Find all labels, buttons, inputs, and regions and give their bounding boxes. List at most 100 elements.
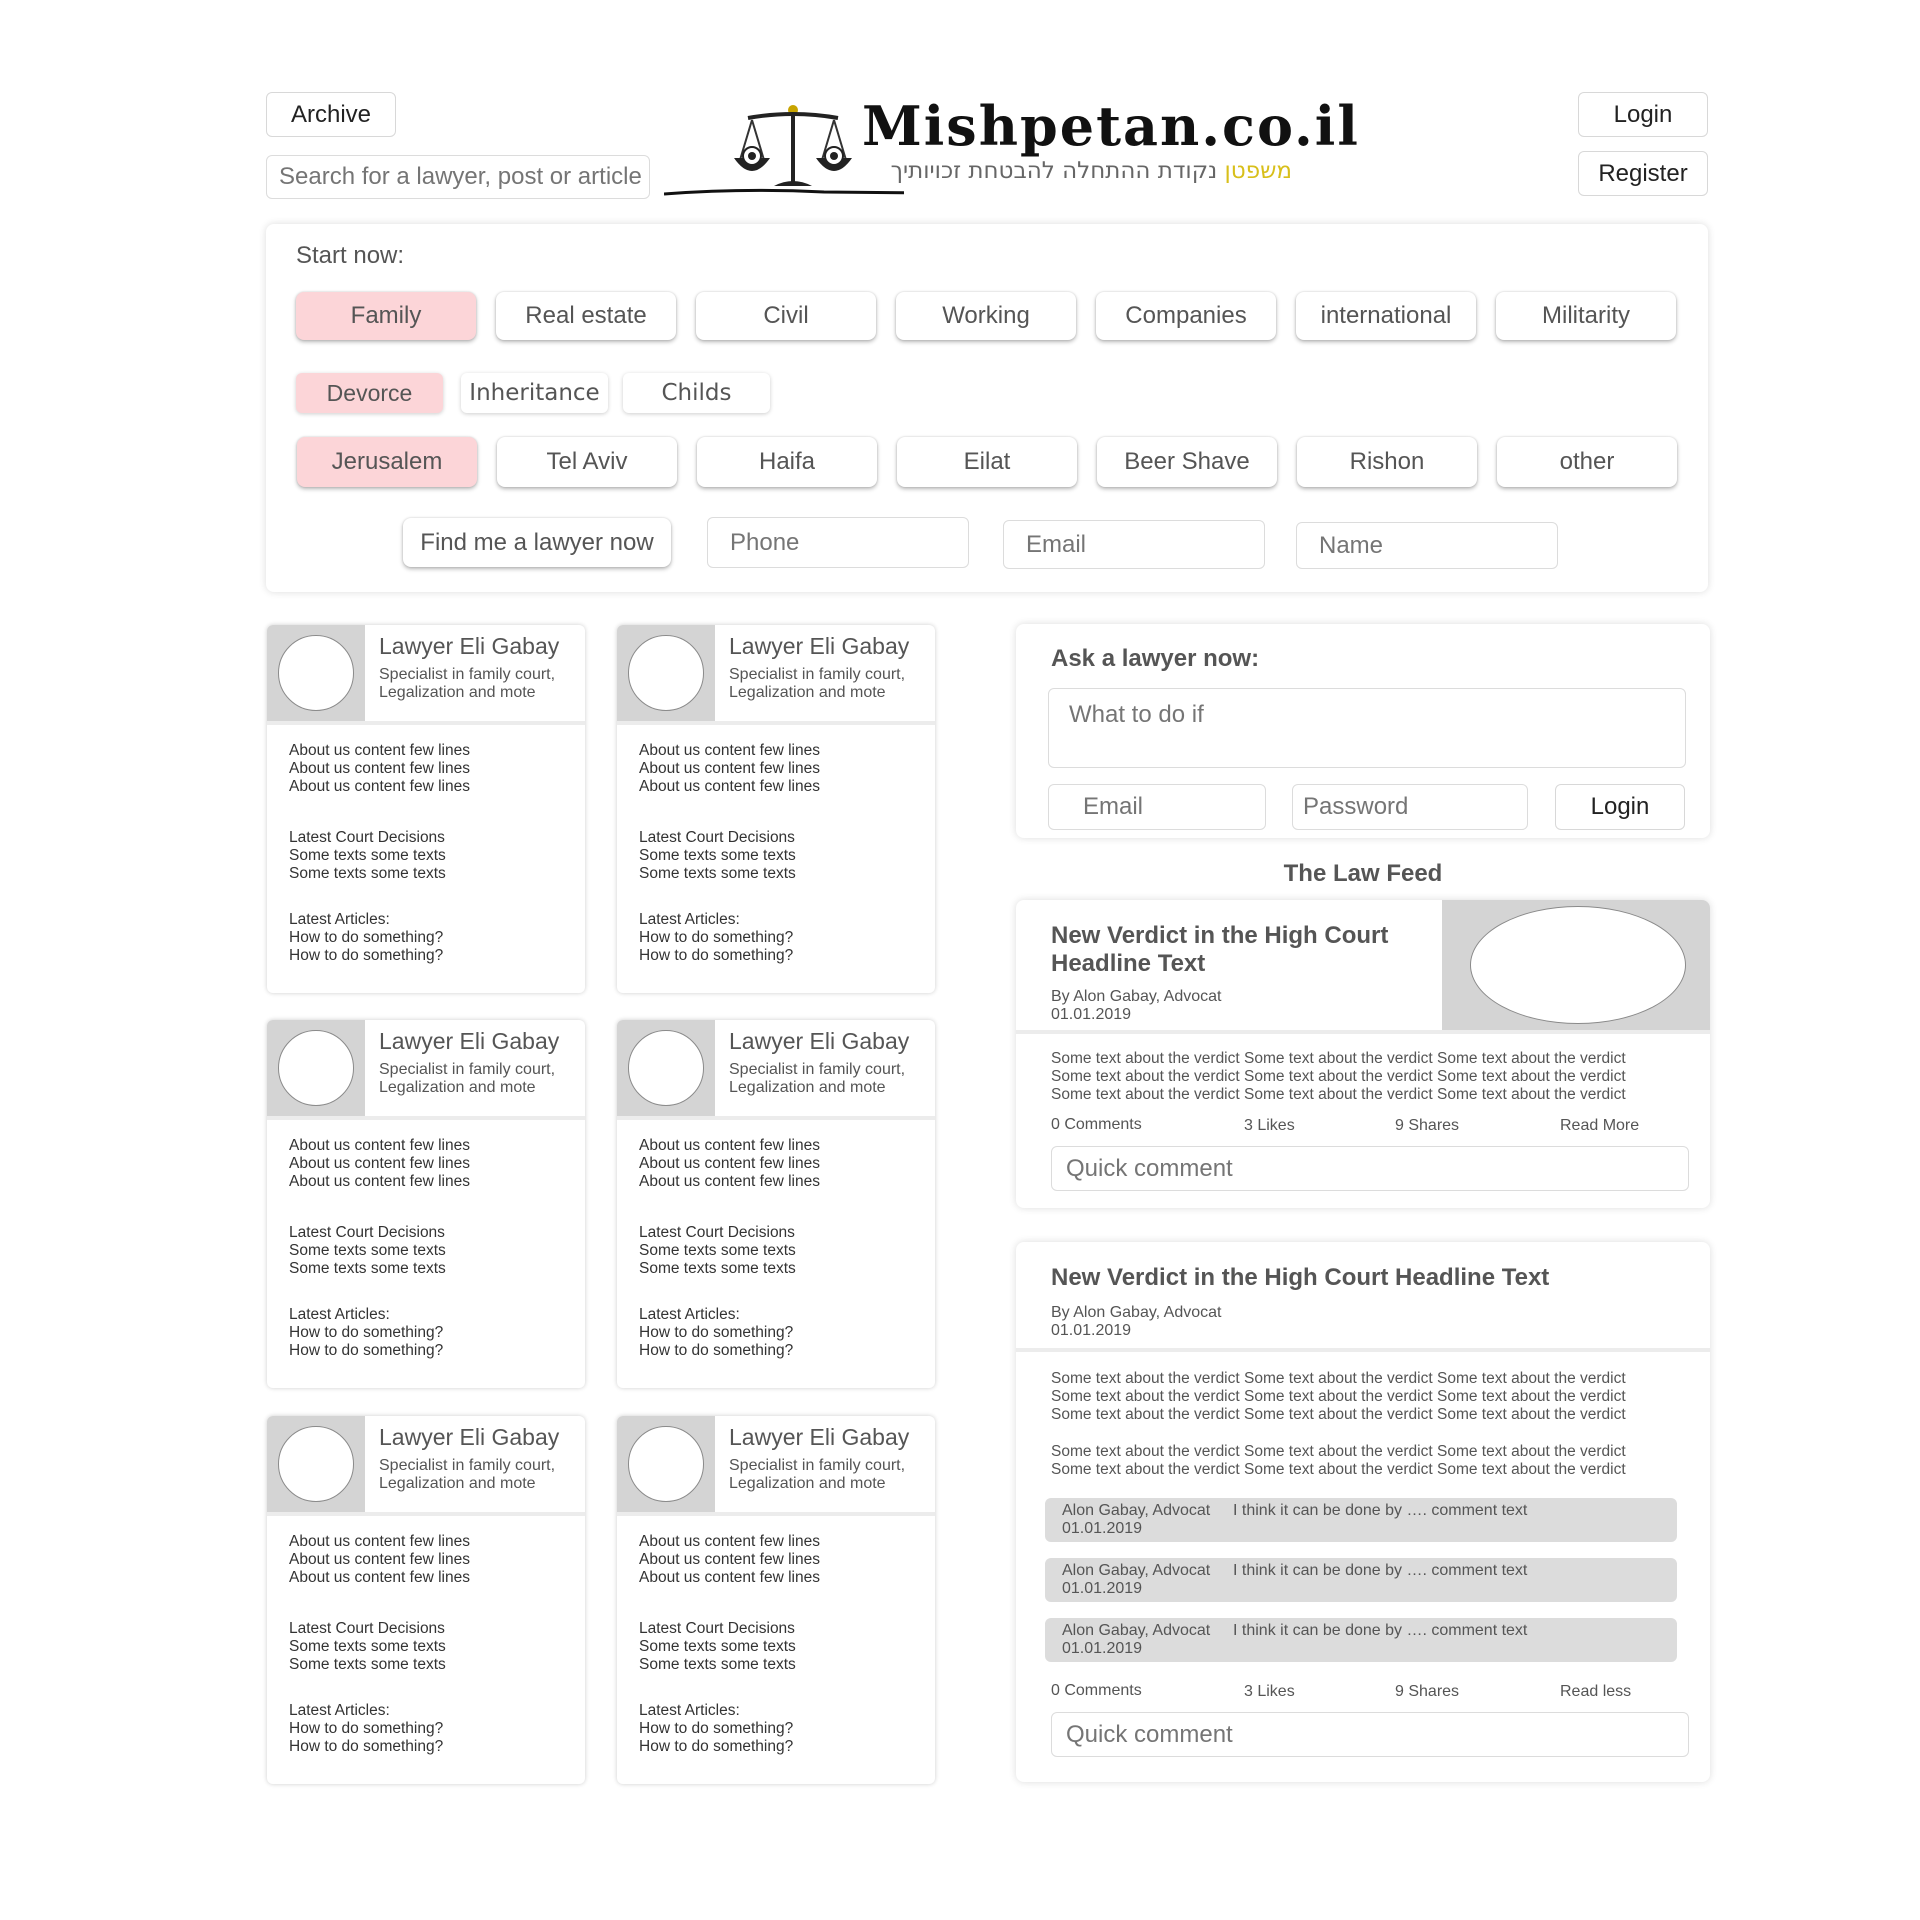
lawyer-card[interactable]: Lawyer Eli Gabay Specialist in family cou… [267,1020,585,1388]
post-headline[interactable]: New Verdict in the High Court Headline T… [1051,1264,1549,1292]
post-date: 01.01.2019 [1051,1322,1132,1339]
subcategory-chip-0[interactable]: Devorce [296,373,443,413]
category-chip-4[interactable]: Companies [1096,292,1276,340]
body-line: Some text about the verdict Some text ab… [1051,1068,1626,1085]
phone-field[interactable] [707,517,969,568]
lawyer-card[interactable]: Lawyer Eli Gabay Specialist in family cou… [267,625,585,993]
latest-articles: Latest Articles: How to do something? How … [639,911,794,964]
ask-password-field[interactable] [1292,784,1528,830]
city-chip-5[interactable]: Rishon [1297,437,1477,487]
email-field[interactable] [1003,520,1265,569]
subcategory-chip-1[interactable]: Inheritance [461,373,608,413]
avatar [267,1416,365,1512]
category-chip-2[interactable]: Civil [696,292,876,340]
category-chip-6[interactable]: Militarity [1496,292,1676,340]
shares-count[interactable]: 9 Shares [1395,1683,1459,1701]
lawyer-card[interactable]: Lawyer Eli Gabay Specialist in family cou… [267,1416,585,1784]
logo-tagline-text: נקודת ההתחלה להבטחת זכויותיך [890,158,1218,184]
comment-author: Alon Gabay, Advocat [1062,1502,1211,1519]
lawyer-specialty: Specialist in family court, Legalization … [729,666,906,701]
post-image [1442,900,1710,1030]
register-button[interactable]: Register [1578,151,1708,196]
post-body-continued: Some text about the verdict Some text ab… [1051,1443,1626,1479]
category-chip-0[interactable]: Family [296,292,476,340]
latest-articles: Latest Articles: How to do something? How … [639,1702,794,1755]
read-more-link[interactable]: Read More [1560,1117,1639,1135]
avatar [267,625,365,721]
city-chip-4[interactable]: Beer Shave [1097,437,1277,487]
court-decisions: Latest Court Decisions Some texts some te… [639,829,796,882]
city-chip-6[interactable]: other [1497,437,1677,487]
likes-count[interactable]: 3 Likes [1244,1683,1295,1701]
quick-comment-input[interactable] [1051,1712,1689,1757]
comment-text: I think it can be done by …. comment tex… [1233,1562,1528,1579]
comment-date: 01.01.2019 [1062,1580,1143,1597]
body-line: Some text about the verdict Some text ab… [1051,1050,1626,1067]
subcategory-chip-2[interactable]: Childs [623,373,770,413]
avatar [267,1020,365,1116]
post-date: 01.01.2019 [1051,1006,1132,1023]
city-chip-3[interactable]: Eilat [897,437,1077,487]
comment-date: 01.01.2019 [1062,1520,1143,1537]
category-chip-3[interactable]: Working [896,292,1076,340]
city-chip-1[interactable]: Tel Aviv [497,437,677,487]
comment-date: 01.01.2019 [1062,1640,1143,1657]
latest-articles: Latest Articles: How to do something? How … [289,911,444,964]
quick-comment-input[interactable] [1051,1146,1689,1191]
comment-item: Alon Gabay, Advocat 01.01.2019 I think it … [1045,1618,1677,1662]
latest-articles: Latest Articles: How to do something? How … [639,1306,794,1359]
archive-button[interactable]: Archive [266,92,396,137]
category-chip-5[interactable]: international [1296,292,1476,340]
body-line: Some text about the verdict Some text ab… [1051,1461,1626,1478]
read-less-link[interactable]: Read less [1560,1683,1631,1701]
court-decisions: Latest Court Decisions Some texts some te… [289,1224,446,1277]
lawyer-specialty: Specialist in family court, Legalization … [379,666,556,701]
category-chip-1[interactable]: Real estate [496,292,676,340]
ask-login-button[interactable]: Login [1555,784,1685,830]
feed-post: New Verdict in the High Court Headline T… [1016,900,1710,1208]
lawyer-specialty: Specialist in family court, Legalization … [729,1061,906,1096]
about-text: About us content few lines About us conte… [639,742,820,795]
logo-title: Mishpetan.co.il [862,94,1360,158]
lawyer-card[interactable]: Lawyer Eli Gabay Specialist in family cou… [617,1020,935,1388]
about-text: About us content few lines About us conte… [289,742,470,795]
avatar [617,625,715,721]
search-input[interactable] [266,155,650,199]
comment-text: I think it can be done by …. comment tex… [1233,1502,1528,1519]
find-lawyer-button[interactable]: Find me a lawyer now [403,518,671,567]
likes-count[interactable]: 3 Likes [1244,1117,1295,1135]
comments-count[interactable]: 0 Comments [1051,1682,1142,1700]
name-field[interactable] [1296,522,1558,569]
lawyer-name[interactable]: Lawyer Eli Gabay [379,1028,559,1055]
lawyer-card[interactable]: Lawyer Eli Gabay Specialist in family cou… [617,1416,935,1784]
comment-author: Alon Gabay, Advocat [1062,1562,1211,1579]
court-decisions: Latest Court Decisions Some texts some te… [289,829,446,882]
comments-count[interactable]: 0 Comments [1051,1116,1142,1134]
lawyer-name[interactable]: Lawyer Eli Gabay [379,633,559,660]
lawyer-name[interactable]: Lawyer Eli Gabay [729,633,909,660]
post-author: By Alon Gabay, Advocat [1051,1304,1222,1321]
ask-email-field[interactable] [1048,784,1266,830]
latest-articles: Latest Articles: How to do something? How … [289,1702,444,1755]
ask-lawyer-heading: Ask a lawyer now: [1051,645,1260,672]
logo-tagline-brand: משפטן [1224,158,1292,184]
body-line: Some text about the verdict Some text ab… [1051,1388,1626,1405]
lawyer-specialty: Specialist in family court, Legalization … [379,1457,556,1492]
latest-articles: Latest Articles: How to do something? How … [289,1306,444,1359]
shares-count[interactable]: 9 Shares [1395,1117,1459,1135]
post-headline[interactable]: New Verdict in the High Court Headline T… [1051,922,1388,978]
lawyer-card[interactable]: Lawyer Eli Gabay Specialist in family cou… [617,625,935,993]
site-logo[interactable]: Mishpetan.co.il משפטן נקודת ההתחלה להבטח… [664,94,1358,200]
about-text: About us content few lines About us conte… [639,1533,820,1586]
lawyer-specialty: Specialist in family court, Legalization … [379,1061,556,1096]
lawyer-name[interactable]: Lawyer Eli Gabay [379,1424,559,1451]
lawyer-name[interactable]: Lawyer Eli Gabay [729,1424,909,1451]
about-text: About us content few lines About us conte… [289,1533,470,1586]
question-field[interactable] [1048,688,1686,768]
lawyer-name[interactable]: Lawyer Eli Gabay [729,1028,909,1055]
court-decisions: Latest Court Decisions Some texts some te… [289,1620,446,1673]
login-button[interactable]: Login [1578,92,1708,137]
city-chip-0[interactable]: Jerusalem [297,437,477,487]
logo-tagline: משפטן נקודת ההתחלה להבטחת זכויותיך [864,158,1292,184]
city-chip-2[interactable]: Haifa [697,437,877,487]
